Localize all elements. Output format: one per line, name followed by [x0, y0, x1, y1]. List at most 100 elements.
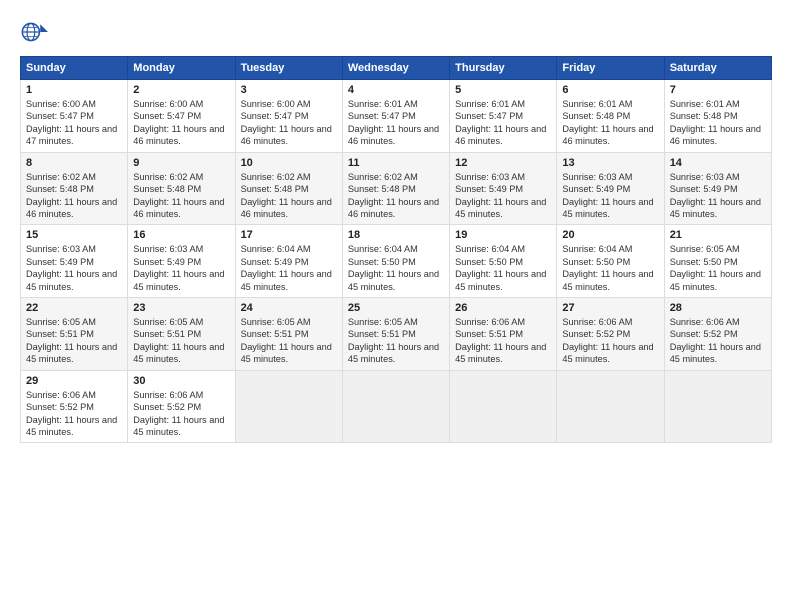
day-cell: 30 Sunrise: 6:06 AMSunset: 5:52 PMDaylig…: [128, 370, 235, 443]
week-row-4: 22 Sunrise: 6:05 AMSunset: 5:51 PMDaylig…: [21, 298, 772, 371]
header-day-friday: Friday: [557, 57, 664, 80]
day-number: 3: [241, 84, 337, 96]
day-cell: [664, 370, 771, 443]
day-number: 8: [26, 157, 122, 169]
day-info: Sunrise: 6:01 AMSunset: 5:48 PMDaylight:…: [562, 99, 653, 146]
day-cell: 14 Sunrise: 6:03 AMSunset: 5:49 PMDaylig…: [664, 152, 771, 225]
day-info: Sunrise: 6:00 AMSunset: 5:47 PMDaylight:…: [133, 99, 224, 146]
day-cell: [235, 370, 342, 443]
day-number: 30: [133, 375, 229, 387]
day-info: Sunrise: 6:01 AMSunset: 5:47 PMDaylight:…: [348, 99, 439, 146]
day-number: 22: [26, 302, 122, 314]
week-row-1: 1 Sunrise: 6:00 AMSunset: 5:47 PMDayligh…: [21, 80, 772, 153]
day-cell: 4 Sunrise: 6:01 AMSunset: 5:47 PMDayligh…: [342, 80, 449, 153]
day-info: Sunrise: 6:02 AMSunset: 5:48 PMDaylight:…: [26, 172, 117, 219]
day-info: Sunrise: 6:05 AMSunset: 5:51 PMDaylight:…: [133, 317, 224, 364]
week-row-3: 15 Sunrise: 6:03 AMSunset: 5:49 PMDaylig…: [21, 225, 772, 298]
day-number: 5: [455, 84, 551, 96]
day-cell: 9 Sunrise: 6:02 AMSunset: 5:48 PMDayligh…: [128, 152, 235, 225]
day-number: 17: [241, 229, 337, 241]
day-number: 21: [670, 229, 766, 241]
page: SundayMondayTuesdayWednesdayThursdayFrid…: [0, 0, 792, 612]
header-day-saturday: Saturday: [664, 57, 771, 80]
day-cell: 5 Sunrise: 6:01 AMSunset: 5:47 PMDayligh…: [450, 80, 557, 153]
day-cell: 18 Sunrise: 6:04 AMSunset: 5:50 PMDaylig…: [342, 225, 449, 298]
day-info: Sunrise: 6:06 AMSunset: 5:52 PMDaylight:…: [133, 390, 224, 437]
day-cell: 24 Sunrise: 6:05 AMSunset: 5:51 PMDaylig…: [235, 298, 342, 371]
day-info: Sunrise: 6:06 AMSunset: 5:52 PMDaylight:…: [670, 317, 761, 364]
calendar-body: 1 Sunrise: 6:00 AMSunset: 5:47 PMDayligh…: [21, 80, 772, 443]
day-info: Sunrise: 6:06 AMSunset: 5:52 PMDaylight:…: [26, 390, 117, 437]
day-cell: 7 Sunrise: 6:01 AMSunset: 5:48 PMDayligh…: [664, 80, 771, 153]
day-cell: 12 Sunrise: 6:03 AMSunset: 5:49 PMDaylig…: [450, 152, 557, 225]
day-info: Sunrise: 6:05 AMSunset: 5:50 PMDaylight:…: [670, 244, 761, 291]
day-number: 26: [455, 302, 551, 314]
day-number: 23: [133, 302, 229, 314]
day-info: Sunrise: 6:00 AMSunset: 5:47 PMDaylight:…: [241, 99, 332, 146]
day-cell: [557, 370, 664, 443]
header-day-thursday: Thursday: [450, 57, 557, 80]
day-number: 10: [241, 157, 337, 169]
day-info: Sunrise: 6:05 AMSunset: 5:51 PMDaylight:…: [26, 317, 117, 364]
day-info: Sunrise: 6:01 AMSunset: 5:48 PMDaylight:…: [670, 99, 761, 146]
day-info: Sunrise: 6:00 AMSunset: 5:47 PMDaylight:…: [26, 99, 117, 146]
day-info: Sunrise: 6:06 AMSunset: 5:52 PMDaylight:…: [562, 317, 653, 364]
day-cell: 15 Sunrise: 6:03 AMSunset: 5:49 PMDaylig…: [21, 225, 128, 298]
day-cell: 6 Sunrise: 6:01 AMSunset: 5:48 PMDayligh…: [557, 80, 664, 153]
day-number: 9: [133, 157, 229, 169]
day-number: 29: [26, 375, 122, 387]
day-number: 13: [562, 157, 658, 169]
header-day-sunday: Sunday: [21, 57, 128, 80]
day-cell: 11 Sunrise: 6:02 AMSunset: 5:48 PMDaylig…: [342, 152, 449, 225]
day-cell: 26 Sunrise: 6:06 AMSunset: 5:51 PMDaylig…: [450, 298, 557, 371]
day-number: 25: [348, 302, 444, 314]
logo-icon: [20, 18, 48, 46]
day-number: 19: [455, 229, 551, 241]
day-cell: 25 Sunrise: 6:05 AMSunset: 5:51 PMDaylig…: [342, 298, 449, 371]
day-info: Sunrise: 6:04 AMSunset: 5:50 PMDaylight:…: [348, 244, 439, 291]
day-cell: 16 Sunrise: 6:03 AMSunset: 5:49 PMDaylig…: [128, 225, 235, 298]
day-info: Sunrise: 6:04 AMSunset: 5:50 PMDaylight:…: [455, 244, 546, 291]
day-number: 20: [562, 229, 658, 241]
day-cell: 21 Sunrise: 6:05 AMSunset: 5:50 PMDaylig…: [664, 225, 771, 298]
day-info: Sunrise: 6:03 AMSunset: 5:49 PMDaylight:…: [133, 244, 224, 291]
day-cell: [450, 370, 557, 443]
week-row-5: 29 Sunrise: 6:06 AMSunset: 5:52 PMDaylig…: [21, 370, 772, 443]
week-row-2: 8 Sunrise: 6:02 AMSunset: 5:48 PMDayligh…: [21, 152, 772, 225]
day-info: Sunrise: 6:05 AMSunset: 5:51 PMDaylight:…: [348, 317, 439, 364]
header-day-wednesday: Wednesday: [342, 57, 449, 80]
day-cell: 29 Sunrise: 6:06 AMSunset: 5:52 PMDaylig…: [21, 370, 128, 443]
day-cell: 3 Sunrise: 6:00 AMSunset: 5:47 PMDayligh…: [235, 80, 342, 153]
day-cell: 22 Sunrise: 6:05 AMSunset: 5:51 PMDaylig…: [21, 298, 128, 371]
day-number: 28: [670, 302, 766, 314]
day-info: Sunrise: 6:02 AMSunset: 5:48 PMDaylight:…: [348, 172, 439, 219]
day-number: 16: [133, 229, 229, 241]
header: [20, 18, 772, 46]
day-info: Sunrise: 6:03 AMSunset: 5:49 PMDaylight:…: [26, 244, 117, 291]
day-number: 12: [455, 157, 551, 169]
day-number: 11: [348, 157, 444, 169]
day-cell: 17 Sunrise: 6:04 AMSunset: 5:49 PMDaylig…: [235, 225, 342, 298]
day-cell: 28 Sunrise: 6:06 AMSunset: 5:52 PMDaylig…: [664, 298, 771, 371]
day-info: Sunrise: 6:04 AMSunset: 5:49 PMDaylight:…: [241, 244, 332, 291]
day-number: 6: [562, 84, 658, 96]
day-number: 24: [241, 302, 337, 314]
day-cell: 13 Sunrise: 6:03 AMSunset: 5:49 PMDaylig…: [557, 152, 664, 225]
day-info: Sunrise: 6:01 AMSunset: 5:47 PMDaylight:…: [455, 99, 546, 146]
day-cell: 20 Sunrise: 6:04 AMSunset: 5:50 PMDaylig…: [557, 225, 664, 298]
day-cell: 27 Sunrise: 6:06 AMSunset: 5:52 PMDaylig…: [557, 298, 664, 371]
day-cell: 23 Sunrise: 6:05 AMSunset: 5:51 PMDaylig…: [128, 298, 235, 371]
day-info: Sunrise: 6:03 AMSunset: 5:49 PMDaylight:…: [670, 172, 761, 219]
day-number: 18: [348, 229, 444, 241]
calendar-header: SundayMondayTuesdayWednesdayThursdayFrid…: [21, 57, 772, 80]
day-info: Sunrise: 6:02 AMSunset: 5:48 PMDaylight:…: [241, 172, 332, 219]
day-number: 15: [26, 229, 122, 241]
day-info: Sunrise: 6:02 AMSunset: 5:48 PMDaylight:…: [133, 172, 224, 219]
day-cell: 19 Sunrise: 6:04 AMSunset: 5:50 PMDaylig…: [450, 225, 557, 298]
day-cell: 8 Sunrise: 6:02 AMSunset: 5:48 PMDayligh…: [21, 152, 128, 225]
day-number: 14: [670, 157, 766, 169]
logo: [20, 18, 52, 46]
day-number: 7: [670, 84, 766, 96]
day-cell: 1 Sunrise: 6:00 AMSunset: 5:47 PMDayligh…: [21, 80, 128, 153]
day-info: Sunrise: 6:03 AMSunset: 5:49 PMDaylight:…: [455, 172, 546, 219]
